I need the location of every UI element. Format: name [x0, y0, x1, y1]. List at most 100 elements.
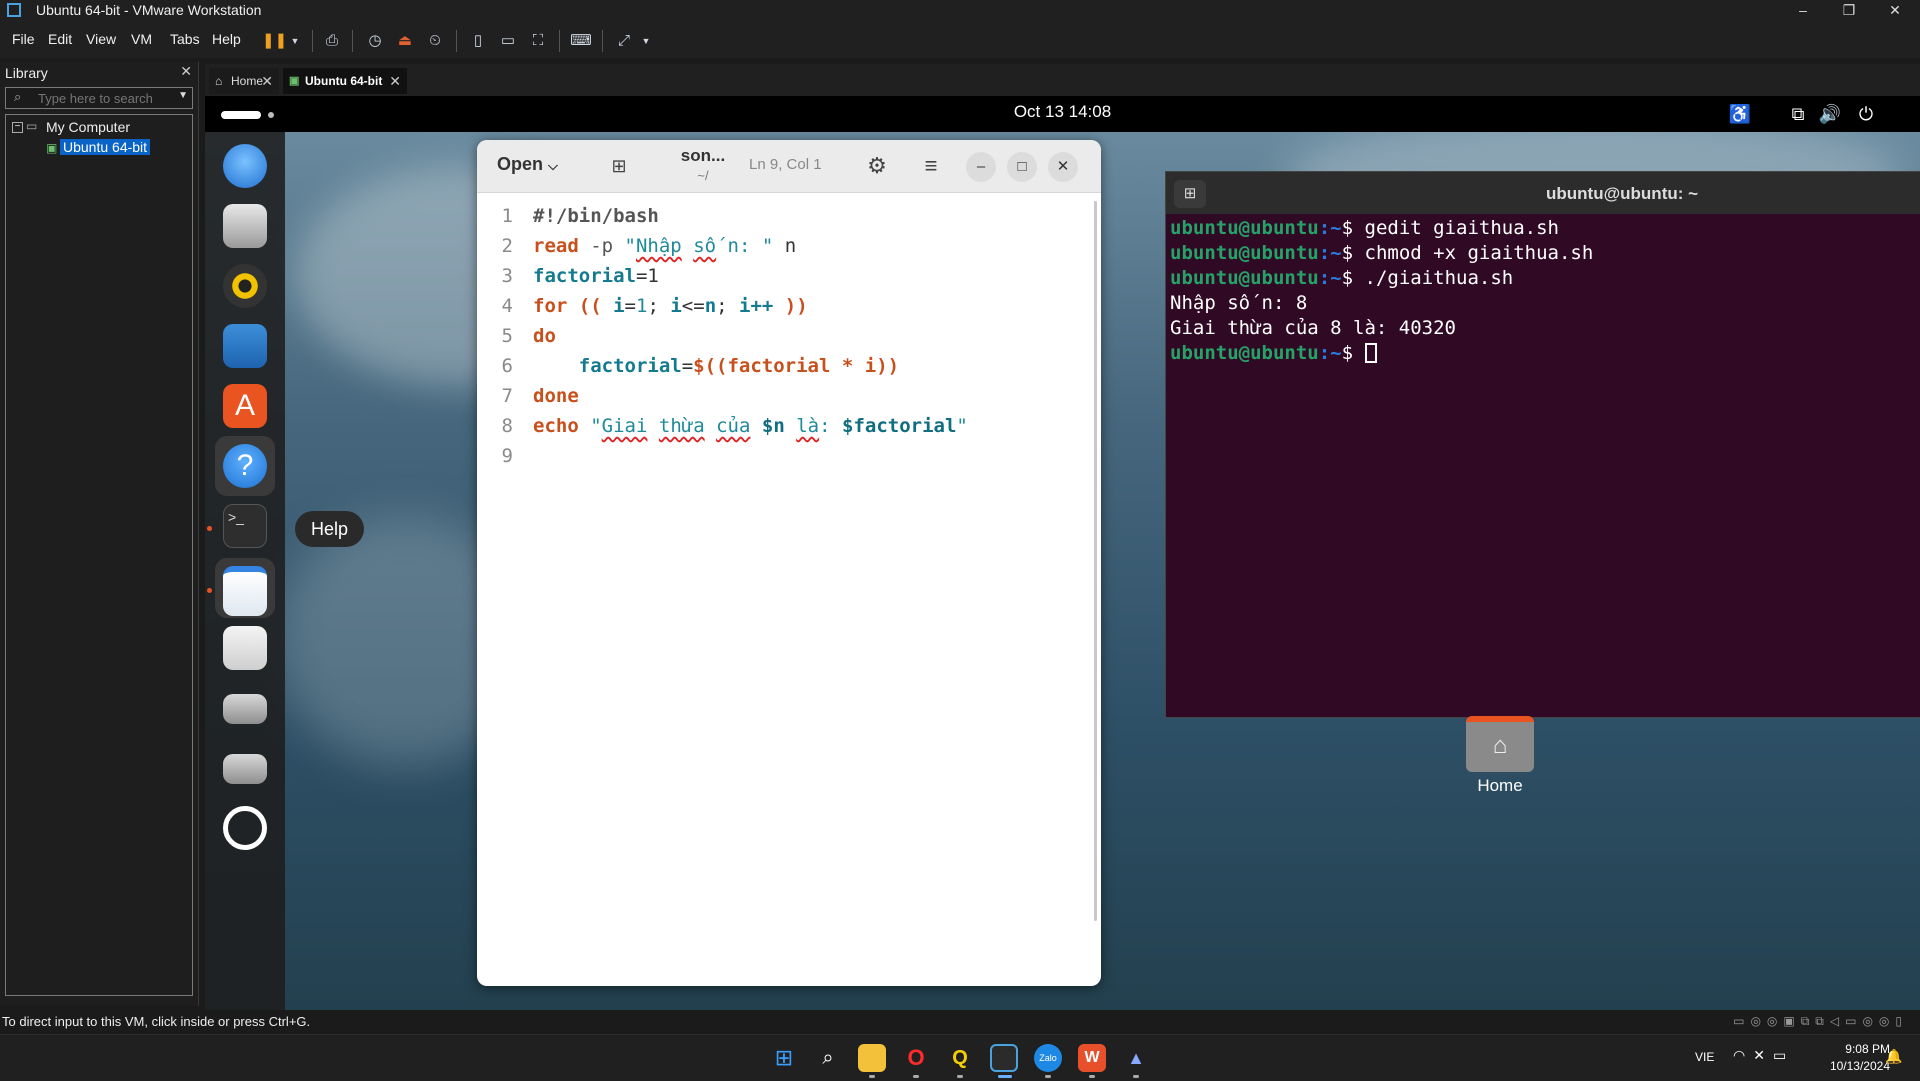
- tree-collapse-icon[interactable]: −: [12, 122, 23, 133]
- opera-icon[interactable]: O: [902, 1044, 930, 1072]
- restore-icon[interactable]: ❐: [1826, 0, 1872, 22]
- snapshot-manager-icon[interactable]: ⏲: [424, 30, 446, 52]
- clock[interactable]: Oct 13 14:08: [205, 102, 1920, 122]
- chevron-down-icon: ⌵: [548, 158, 558, 173]
- toolbar-separator: [456, 30, 457, 52]
- device-status-icons[interactable]: ▭◎◎▣⧉⧉◁▭◎◎▯: [1733, 1014, 1908, 1029]
- menu-view[interactable]: View: [86, 31, 116, 47]
- show-library-icon[interactable]: ▯: [467, 30, 489, 52]
- tree-item-ubuntu[interactable]: Ubuntu 64-bit: [60, 139, 151, 155]
- taskbar-time[interactable]: 9:08 PM: [1810, 1042, 1890, 1056]
- vm-display[interactable]: Oct 13 14:08 ♿ ⧉ 🔊 ⏻ A ? >_ Help Open ⌵ …: [205, 96, 1920, 1010]
- library-search-input[interactable]: [36, 90, 180, 107]
- prompt-sign: $: [1341, 342, 1365, 364]
- stretch-guest-icon[interactable]: ⤢: [613, 30, 635, 52]
- close-icon[interactable]: ✕: [1872, 0, 1918, 22]
- thumbnail-bar-icon[interactable]: ▭: [497, 30, 519, 52]
- code-line: for (( i=1; i<=n; i++ )): [533, 295, 808, 317]
- network-icon[interactable]: ⧉: [1785, 101, 1811, 127]
- zalo-icon[interactable]: Zalo: [1034, 1044, 1062, 1072]
- tree-item-my-computer[interactable]: My Computer: [46, 119, 130, 135]
- tab-close-icon[interactable]: ✕: [261, 68, 273, 94]
- pause-icon[interactable]: ❚❚: [262, 30, 287, 52]
- menu-file[interactable]: File: [12, 31, 35, 47]
- terminal-output: Giai thừa của 8 là: 40320: [1170, 317, 1456, 339]
- thunderbird-icon: [223, 144, 267, 188]
- dock-text-editor[interactable]: [215, 558, 275, 618]
- prompt-sign: $: [1341, 242, 1365, 264]
- library-search[interactable]: ⌕ ▼: [5, 87, 193, 109]
- arithmetic-expression: $((factorial * i)): [693, 355, 900, 377]
- text-editor-window[interactable]: Open ⌵ ⊞ son... ~/ Ln 9, Col 1 ⚙ ≡ – □ ✕…: [477, 140, 1101, 986]
- keyword: echo: [533, 415, 579, 437]
- status-bar: To direct input to this VM, click inside…: [0, 1010, 1920, 1034]
- start-icon[interactable]: ⊞: [770, 1044, 798, 1072]
- cursor-position[interactable]: Ln 9, Col 1: [749, 156, 822, 173]
- dock-drive-2[interactable]: [215, 738, 275, 798]
- console-view-icon[interactable]: ⌨: [570, 30, 592, 52]
- dock-app-center[interactable]: A: [215, 376, 275, 436]
- writer-icon: [223, 324, 267, 368]
- full-screen-icon[interactable]: ⛶: [527, 30, 549, 52]
- code-editor[interactable]: 1 2 3 4 5 6 7 8 9 #!/bin/bash read -p "N…: [477, 193, 1101, 986]
- revert-snapshot-icon[interactable]: ⏏: [394, 30, 416, 52]
- power-dropdown-icon[interactable]: ▼: [284, 30, 306, 52]
- tab-home[interactable]: ⌂ Home ✕: [209, 68, 279, 94]
- tray-icons[interactable]: ◠✕▭: [1733, 1047, 1794, 1064]
- minimize-button[interactable]: –: [966, 152, 996, 182]
- stretch-dropdown-icon[interactable]: ▼: [635, 30, 657, 52]
- menu-vm[interactable]: VM: [131, 31, 152, 47]
- variable: i++: [739, 295, 774, 317]
- prompt-path: :~: [1318, 242, 1342, 264]
- gear-icon[interactable]: ⚙: [863, 152, 891, 180]
- app-icon[interactable]: Q: [946, 1044, 974, 1072]
- dock-terminal[interactable]: >_: [215, 496, 275, 556]
- language-indicator[interactable]: VIE: [1695, 1050, 1714, 1064]
- dock-files[interactable]: [215, 196, 275, 256]
- line-number: 1: [501, 205, 513, 227]
- search-dropdown-icon[interactable]: ▼: [178, 90, 188, 101]
- taskbar-date[interactable]: 10/13/2024: [1810, 1059, 1890, 1073]
- new-document-icon[interactable]: ⊞: [607, 154, 631, 178]
- menu-edit[interactable]: Edit: [48, 31, 72, 47]
- string: ": [578, 415, 602, 437]
- terminal-window[interactable]: ⊞ ubuntu@ubuntu: ~ ubuntu@ubuntu:~$ gedi…: [1165, 171, 1920, 718]
- tab-ubuntu[interactable]: ▣ Ubuntu 64-bit ✕: [283, 68, 407, 94]
- dock-document-viewer[interactable]: [215, 618, 275, 678]
- open-button[interactable]: Open ⌵: [497, 154, 558, 175]
- dock-writer[interactable]: [215, 316, 275, 376]
- maximize-button[interactable]: □: [1007, 152, 1037, 182]
- wps-icon[interactable]: W: [1078, 1044, 1106, 1072]
- search-icon[interactable]: ⌕: [814, 1044, 842, 1072]
- notification-bell-icon[interactable]: 🔔: [1885, 1048, 1902, 1065]
- menu-help[interactable]: Help: [212, 31, 241, 47]
- dock-drive-1[interactable]: [215, 678, 275, 738]
- menu-tabs[interactable]: Tabs: [170, 31, 200, 47]
- dock-help[interactable]: ?: [215, 436, 275, 496]
- file-explorer-icon[interactable]: [858, 1044, 886, 1072]
- misspelled-word: của: [716, 415, 751, 437]
- string: [647, 415, 658, 437]
- power-icon[interactable]: ⏻: [1853, 101, 1879, 127]
- tab-ubuntu-label: Ubuntu 64-bit: [305, 74, 383, 88]
- hamburger-menu-icon[interactable]: ≡: [917, 152, 945, 180]
- new-tab-icon[interactable]: ⊞: [1174, 180, 1206, 208]
- close-button[interactable]: ✕: [1048, 152, 1078, 182]
- prompt-user: ubuntu@ubuntu: [1170, 242, 1319, 264]
- send-ctrl-alt-del-icon[interactable]: ⎙: [321, 30, 343, 52]
- accessibility-icon[interactable]: ♿: [1727, 101, 1753, 127]
- snapshot-icon[interactable]: ◷: [364, 30, 386, 52]
- scrollbar[interactable]: [1094, 201, 1097, 921]
- minimize-icon[interactable]: –: [1780, 0, 1826, 22]
- dock-thunderbird[interactable]: [215, 136, 275, 196]
- photos-icon[interactable]: ▲: [1122, 1044, 1150, 1072]
- dock-rhythmbox[interactable]: [215, 256, 275, 316]
- volume-icon[interactable]: 🔊: [1817, 101, 1843, 127]
- library-close-icon[interactable]: ✕: [180, 63, 192, 80]
- vmware-icon[interactable]: [990, 1044, 1018, 1072]
- vm-icon: ▣: [46, 141, 58, 155]
- tab-close-icon[interactable]: ✕: [389, 68, 401, 94]
- dock-show-apps[interactable]: [215, 798, 275, 858]
- terminal-line: ubuntu@ubuntu:~$ chmod +x giaithua.sh: [1170, 242, 1593, 264]
